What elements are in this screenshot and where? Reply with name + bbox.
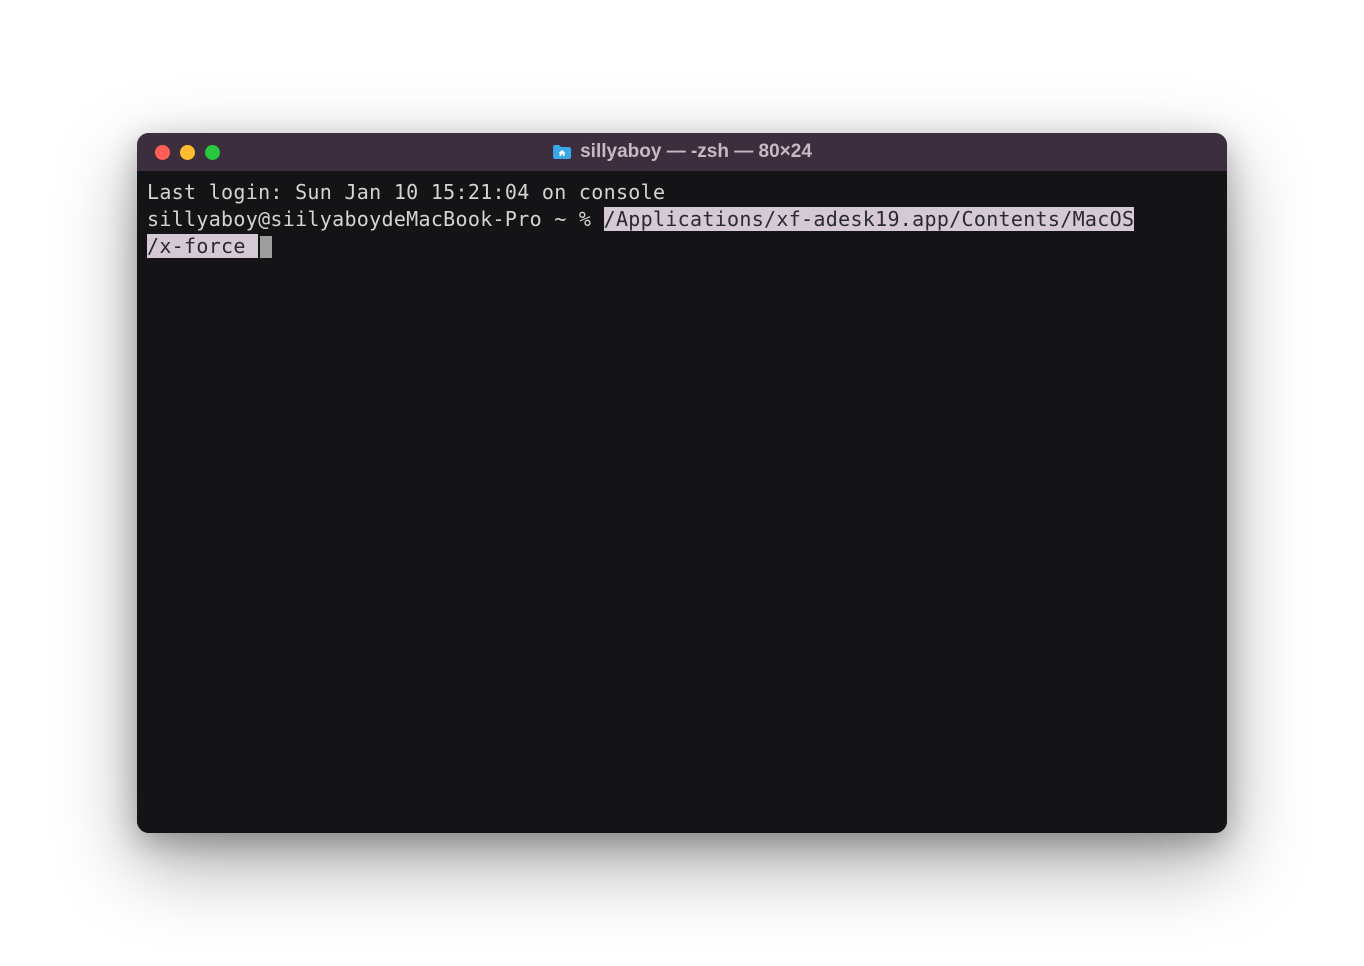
- last-login-line: Last login: Sun Jan 10 15:21:04 on conso…: [147, 179, 1217, 206]
- folder-home-icon: [552, 144, 572, 160]
- terminal-window: sillyaboy — -zsh — 80×24 Last login: Sun…: [137, 133, 1227, 833]
- prompt-line: sillyaboy@siilyaboydeMacBook-Pro ~ % /Ap…: [147, 206, 1217, 233]
- terminal-output[interactable]: Last login: Sun Jan 10 15:21:04 on conso…: [137, 171, 1227, 833]
- command-text-part1: /Applications/xf-adesk19.app/Contents/Ma…: [604, 207, 1135, 231]
- prompt-line-wrap: /x-force: [147, 233, 1217, 260]
- close-button[interactable]: [155, 145, 170, 160]
- traffic-lights: [155, 145, 220, 160]
- window-title-text: sillyaboy — -zsh — 80×24: [580, 141, 812, 163]
- window-titlebar[interactable]: sillyaboy — -zsh — 80×24: [137, 133, 1227, 171]
- minimize-button[interactable]: [180, 145, 195, 160]
- cursor: [260, 236, 272, 258]
- shell-prompt: sillyaboy@siilyaboydeMacBook-Pro ~ %: [147, 207, 604, 231]
- window-title: sillyaboy — -zsh — 80×24: [552, 141, 812, 163]
- zoom-button[interactable]: [205, 145, 220, 160]
- command-text-part2: /x-force: [147, 234, 258, 258]
